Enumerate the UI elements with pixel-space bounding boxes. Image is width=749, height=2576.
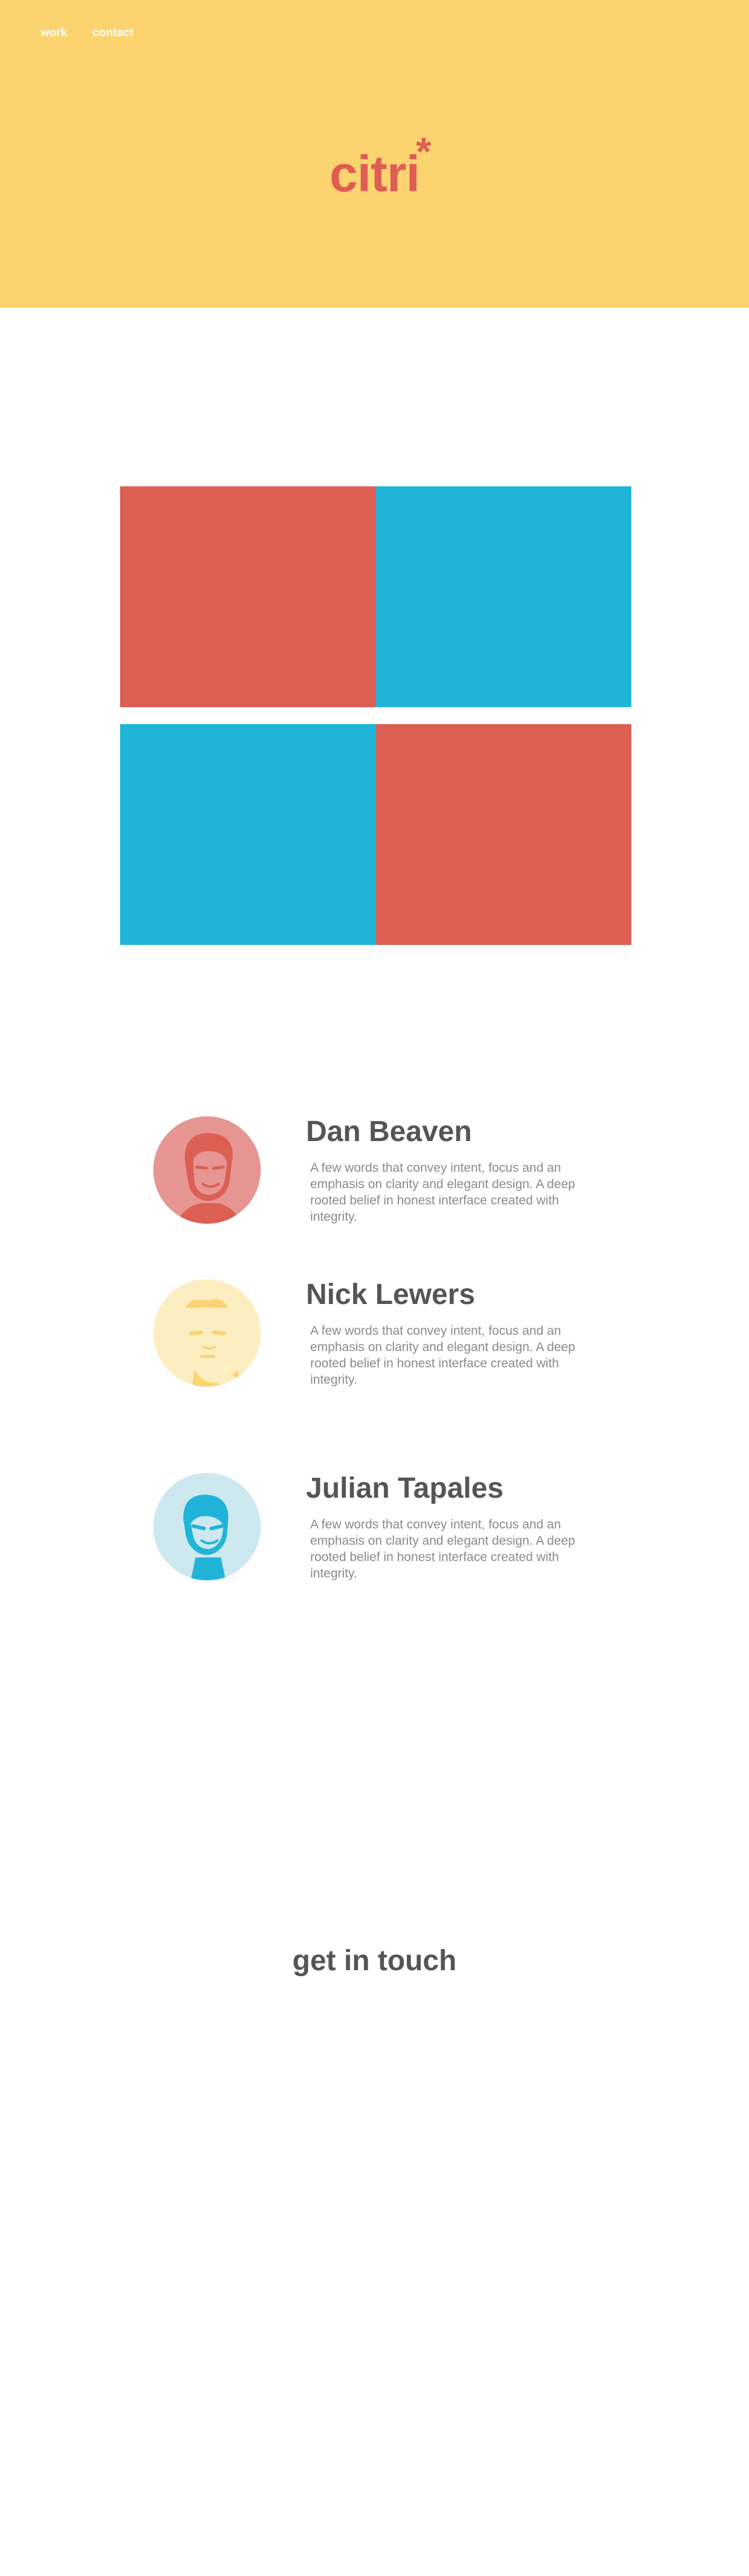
- member-bio: A few words that convey intent, focus an…: [310, 1518, 575, 1580]
- hero-banner: work contact citri *: [0, 0, 749, 308]
- asterisk-icon: *: [416, 129, 432, 174]
- avatar: [153, 1473, 261, 1580]
- nav-link-contact[interactable]: contact: [92, 27, 133, 40]
- work-tile[interactable]: [376, 486, 631, 707]
- work-tile[interactable]: [120, 724, 376, 945]
- member-name: Dan Beaven: [306, 1116, 472, 1148]
- avatar: [153, 1116, 261, 1224]
- team-member: Dan Beaven A few words that convey inten…: [153, 1116, 612, 1237]
- member-bio: A few words that convey intent, focus an…: [310, 1161, 575, 1224]
- team-member: Julian Tapales A few words that convey i…: [153, 1472, 612, 1594]
- main-nav: work contact: [40, 27, 133, 40]
- portrait-icon: [177, 1133, 241, 1224]
- work-tile[interactable]: [120, 486, 376, 707]
- member-name: Julian Tapales: [306, 1472, 504, 1504]
- member-name: Nick Lewers: [306, 1279, 476, 1311]
- nav-link-work[interactable]: work: [40, 27, 67, 40]
- avatar: [153, 1279, 261, 1387]
- contact-title: get in touch: [292, 1945, 457, 1977]
- brand-wordmark: citri: [330, 145, 420, 202]
- team-member: Nick Lewers A few words that convey inte…: [153, 1279, 612, 1400]
- brand-logo: citri *: [330, 132, 432, 203]
- work-tile[interactable]: [376, 724, 631, 945]
- member-bio: A few words that convey intent, focus an…: [310, 1324, 575, 1387]
- portrait-icon: [185, 1299, 239, 1387]
- portrait-icon: [183, 1495, 229, 1580]
